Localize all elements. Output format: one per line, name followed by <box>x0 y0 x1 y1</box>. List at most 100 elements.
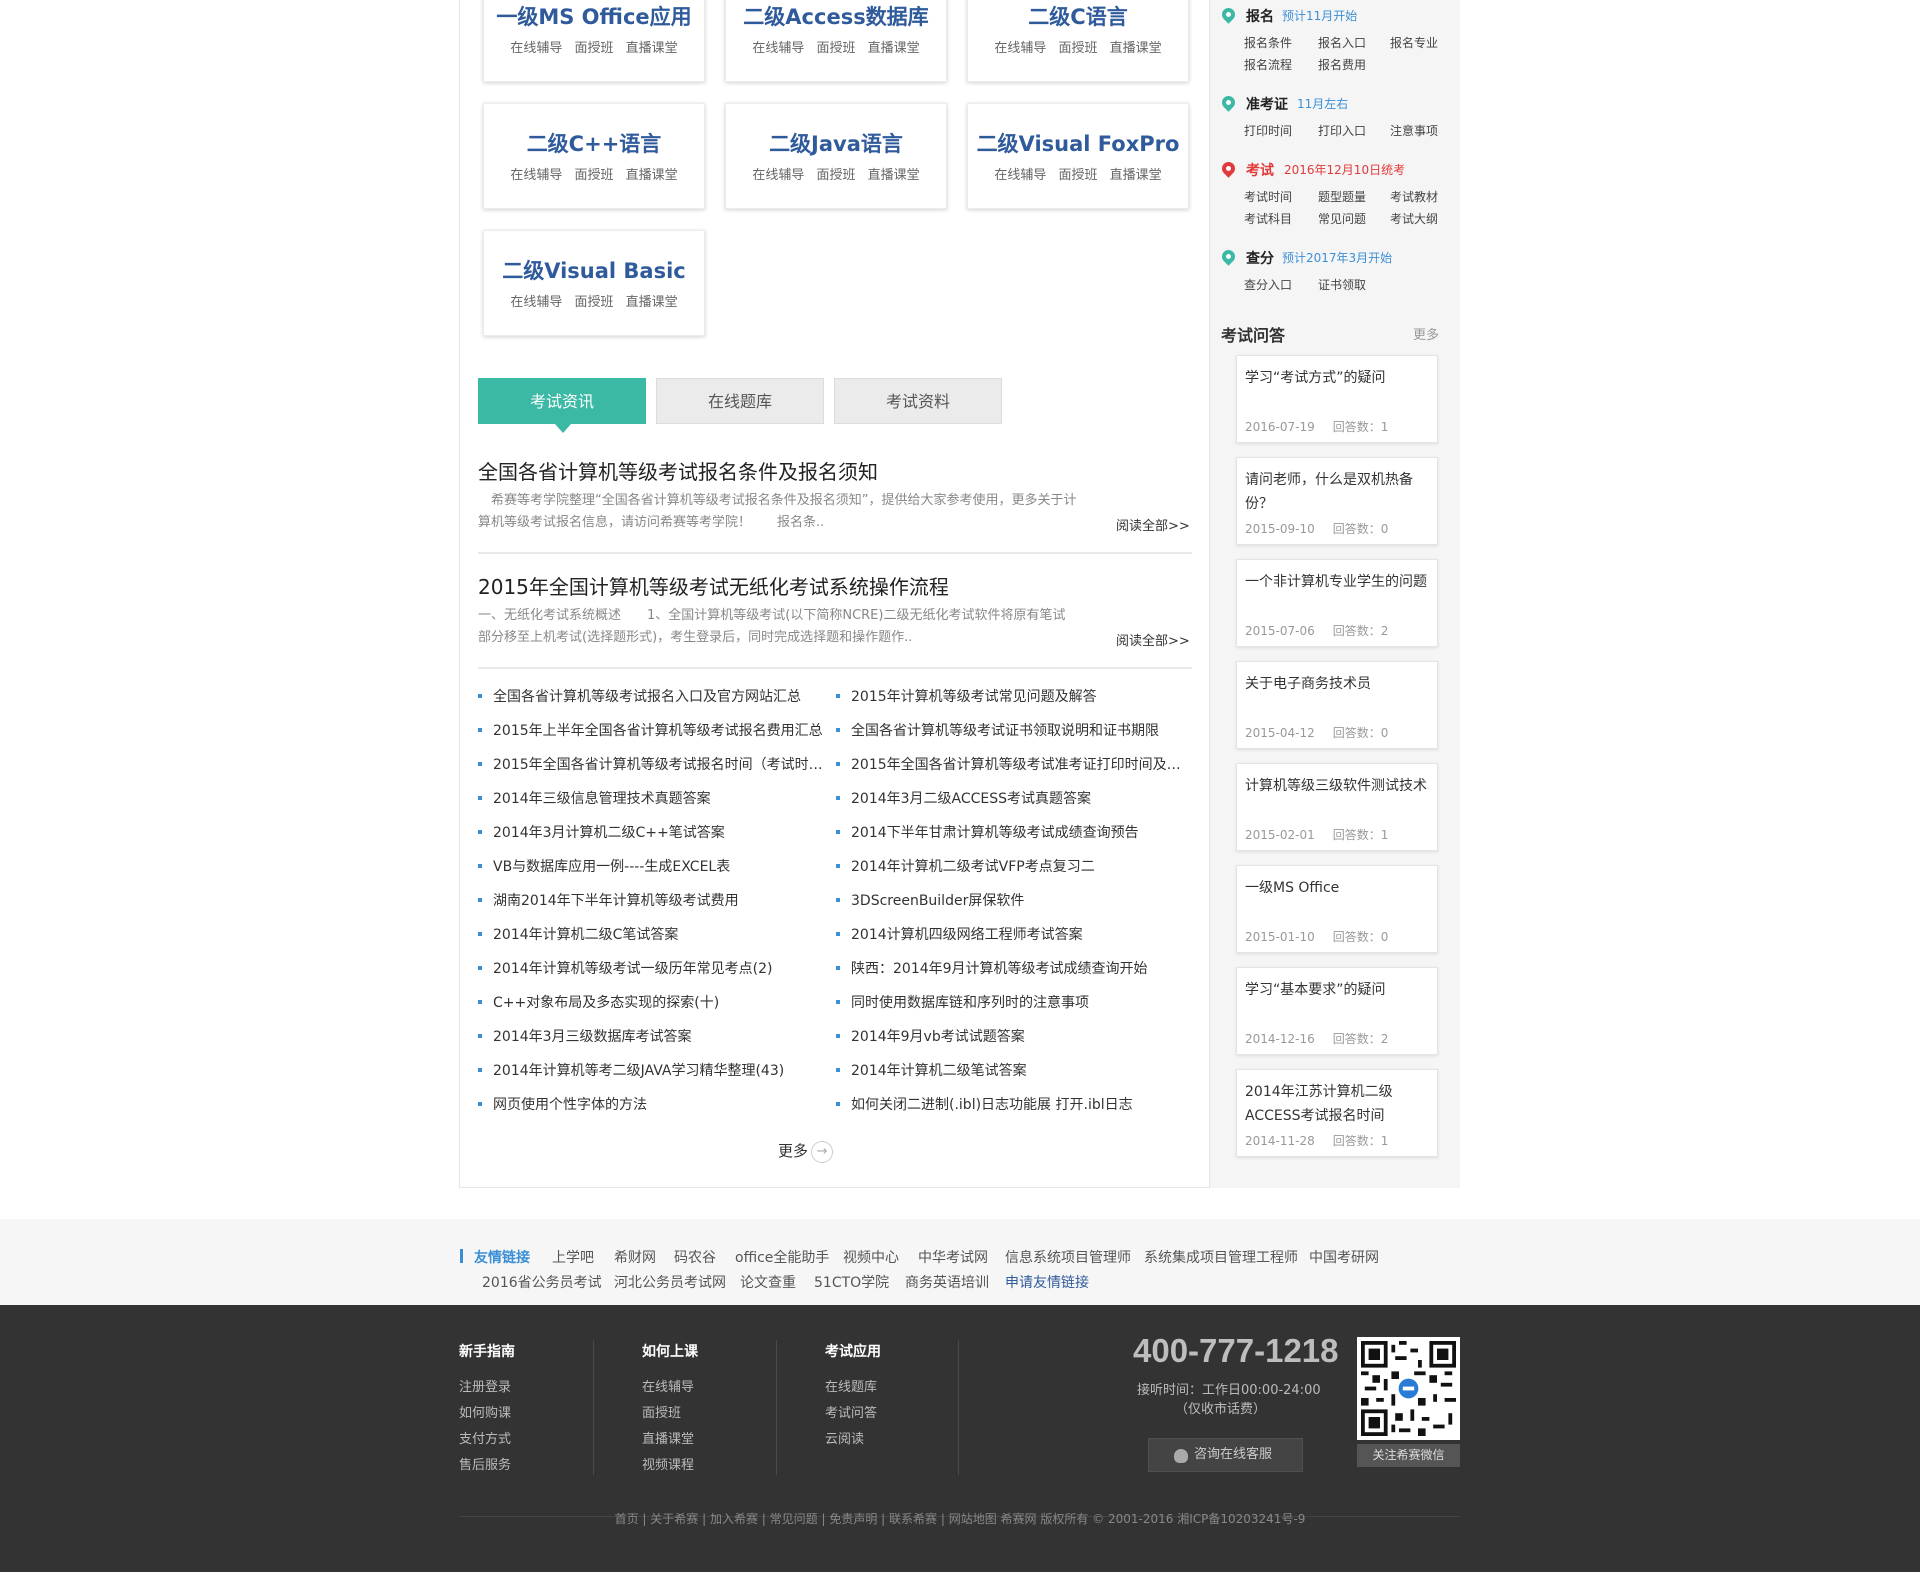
course-card[interactable]: 二级C++语言 在线辅导 面授班 直播课堂 <box>483 103 705 209</box>
more-news-button[interactable]: 更多 → <box>778 1140 834 1163</box>
course-title[interactable]: 二级Visual Basic <box>484 255 704 285</box>
course-link-live[interactable]: 直播课堂 <box>1110 168 1162 183</box>
news-list-item[interactable]: 2014年计算机二级C笔试答案 <box>478 924 823 944</box>
news-list-item[interactable]: 2014年3月计算机二级C++笔试答案 <box>478 822 823 842</box>
footer-link[interactable]: 在线题库 <box>825 1376 877 1395</box>
apply-friend-link[interactable]: 申请友情链接 <box>1005 1272 1089 1292</box>
course-link-class[interactable]: 面授班 <box>1058 168 1097 183</box>
friend-link[interactable]: 上学吧 <box>552 1247 594 1267</box>
step-link[interactable]: 报名条件 <box>1244 34 1292 51</box>
course-link-live[interactable]: 直播课堂 <box>626 168 678 183</box>
article-title[interactable]: 2015年全国计算机等级考试无纸化考试系统操作流程 <box>478 571 949 600</box>
qa-card[interactable]: 关于电子商务技术员 2015-04-12 回答数：0 <box>1236 661 1438 749</box>
bottom-nav-link[interactable]: 常见问题 <box>770 1512 818 1526</box>
course-link-online[interactable]: 在线辅导 <box>994 41 1046 56</box>
qa-card[interactable]: 学习“考试方式”的疑问 2016-07-19 回答数：1 <box>1236 355 1438 443</box>
footer-link[interactable]: 在线辅导 <box>642 1376 694 1395</box>
step-link[interactable]: 打印入口 <box>1318 122 1366 139</box>
friend-link[interactable]: 希财网 <box>614 1247 656 1267</box>
news-list-item[interactable]: 如何关闭二进制(.ibl)日志功能展 打开.ibl日志 <box>836 1094 1181 1114</box>
friend-link[interactable]: 中华考试网 <box>918 1247 988 1267</box>
news-list-item[interactable]: 2014年9月vb考试试题答案 <box>836 1026 1181 1046</box>
friend-link[interactable]: 2016省公务员考试 <box>482 1272 602 1292</box>
course-title[interactable]: 二级Java语言 <box>726 128 946 158</box>
qa-question[interactable]: 请问老师，什么是双机热备份？ <box>1245 468 1433 516</box>
course-link-online[interactable]: 在线辅导 <box>994 168 1046 183</box>
read-more-link[interactable]: 阅读全部>> <box>1116 515 1190 534</box>
news-list-item[interactable]: 2014年3月二级ACCESS考试真题答案 <box>836 788 1181 808</box>
friend-link[interactable]: 视频中心 <box>843 1247 899 1267</box>
step-link[interactable]: 报名入口 <box>1318 34 1366 51</box>
article-title[interactable]: 全国各省计算机等级考试报名条件及报名须知 <box>478 456 878 485</box>
step-link[interactable]: 注意事项 <box>1390 122 1438 139</box>
friend-link[interactable]: 论文查重 <box>740 1272 796 1292</box>
bottom-nav-link[interactable]: 免责声明 <box>829 1512 877 1526</box>
course-title[interactable]: 二级Access数据库 <box>726 1 946 31</box>
qa-question[interactable]: 一个非计算机专业学生的问题 <box>1245 570 1433 594</box>
friend-link[interactable]: 商务英语培训 <box>905 1272 989 1292</box>
step-link[interactable]: 常见问题 <box>1318 210 1366 227</box>
course-link-class[interactable]: 面授班 <box>816 41 855 56</box>
course-card[interactable]: 二级Access数据库 在线辅导 面授班 直播课堂 <box>725 0 947 82</box>
footer-link[interactable]: 考试问答 <box>825 1402 877 1421</box>
qa-card[interactable]: 请问老师，什么是双机热备份？ 2015-09-10 回答数：0 <box>1236 457 1438 545</box>
footer-link[interactable]: 售后服务 <box>459 1454 511 1473</box>
course-card[interactable]: 二级Visual FoxPro 在线辅导 面授班 直播课堂 <box>967 103 1189 209</box>
news-list-item[interactable]: 2014年计算机二级笔试答案 <box>836 1060 1181 1080</box>
qa-question[interactable]: 2014年江苏计算机二级ACCESS考试报名时间 <box>1245 1080 1433 1128</box>
course-card[interactable]: 二级C语言 在线辅导 面授班 直播课堂 <box>967 0 1189 82</box>
friend-link[interactable]: 河北公务员考试网 <box>614 1272 726 1292</box>
friend-link[interactable]: 信息系统项目管理师 <box>1005 1247 1131 1267</box>
course-link-online[interactable]: 在线辅导 <box>752 41 804 56</box>
step-link[interactable]: 报名费用 <box>1318 56 1366 73</box>
step-link[interactable]: 报名流程 <box>1244 56 1292 73</box>
friend-link[interactable]: 51CTO学院 <box>814 1272 889 1292</box>
qa-question[interactable]: 学习“考试方式”的疑问 <box>1245 366 1433 390</box>
footer-link[interactable]: 直播课堂 <box>642 1428 694 1447</box>
course-link-class[interactable]: 面授班 <box>574 168 613 183</box>
news-list-item[interactable]: 2014年三级信息管理技术真题答案 <box>478 788 823 808</box>
news-list-item[interactable]: 3DScreenBuilder屏保软件 <box>836 890 1181 910</box>
course-link-live[interactable]: 直播课堂 <box>868 41 920 56</box>
news-list-item[interactable]: 2014年计算机二级考试VFP考点复习二 <box>836 856 1181 876</box>
footer-link[interactable]: 面授班 <box>642 1402 681 1421</box>
news-list-item[interactable]: C++对象布局及多态实现的探索(十) <box>478 992 823 1012</box>
news-list-item[interactable]: 2015年上半年全国各省计算机等级考试报名费用汇总 <box>478 720 823 740</box>
step-link[interactable]: 考试科目 <box>1244 210 1292 227</box>
course-link-online[interactable]: 在线辅导 <box>510 168 562 183</box>
online-service-button[interactable]: 咨询在线客服 <box>1148 1438 1303 1472</box>
qa-card[interactable]: 计算机等级三级软件测试技术 2015-02-01 回答数：1 <box>1236 763 1438 851</box>
news-list-item[interactable]: 全国各省计算机等级考试报名入口及官方网站汇总 <box>478 686 823 706</box>
news-list-item[interactable]: VB与数据库应用一例----生成EXCEL表 <box>478 856 823 876</box>
footer-link[interactable]: 视频课程 <box>642 1454 694 1473</box>
course-title[interactable]: 二级C语言 <box>968 1 1188 31</box>
news-list-item[interactable]: 陕西：2014年9月计算机等级考试成绩查询开始 <box>836 958 1181 978</box>
friend-link[interactable]: 码农谷 <box>674 1247 716 1267</box>
news-list-item[interactable]: 2015年全国各省计算机等级考试准考证打印时间及入口 <box>836 754 1181 774</box>
news-list-item[interactable]: 同时使用数据库链和序列时的注意事项 <box>836 992 1181 1012</box>
news-list-item[interactable]: 2015年计算机等级考试常见问题及解答 <box>836 686 1181 706</box>
course-title[interactable]: 二级Visual FoxPro <box>968 128 1188 158</box>
course-link-class[interactable]: 面授班 <box>1058 41 1097 56</box>
step-link[interactable]: 考试教材 <box>1390 188 1438 205</box>
course-link-class[interactable]: 面授班 <box>574 295 613 310</box>
course-title[interactable]: 一级MS Office应用 <box>484 1 704 31</box>
news-list-item[interactable]: 网页使用个性字体的方法 <box>478 1094 823 1114</box>
step-link[interactable]: 打印时间 <box>1244 122 1292 139</box>
step-link[interactable]: 题型题量 <box>1318 188 1366 205</box>
step-link[interactable]: 查分入口 <box>1244 276 1292 293</box>
course-card[interactable]: 二级Java语言 在线辅导 面授班 直播课堂 <box>725 103 947 209</box>
course-link-live[interactable]: 直播课堂 <box>868 168 920 183</box>
step-link[interactable]: 考试时间 <box>1244 188 1292 205</box>
qa-more-link[interactable]: 更多 <box>1413 324 1439 343</box>
friend-link[interactable]: 中国考研网 <box>1309 1247 1379 1267</box>
step-link[interactable]: 报名专业 <box>1390 34 1438 51</box>
qa-question[interactable]: 一级MS Office <box>1245 876 1433 900</box>
news-list-item[interactable]: 2014年计算机等级考试一级历年常见考点(2) <box>478 958 823 978</box>
course-card[interactable]: 二级Visual Basic 在线辅导 面授班 直播课堂 <box>483 230 705 336</box>
friend-link[interactable]: 系统集成项目管理工程师 <box>1144 1247 1298 1267</box>
course-link-online[interactable]: 在线辅导 <box>510 295 562 310</box>
qa-card[interactable]: 2014年江苏计算机二级ACCESS考试报名时间 2014-11-28 回答数：1 <box>1236 1069 1438 1157</box>
footer-link[interactable]: 如何购课 <box>459 1402 511 1421</box>
news-list-item[interactable]: 2014计算机四级网络工程师考试答案 <box>836 924 1181 944</box>
